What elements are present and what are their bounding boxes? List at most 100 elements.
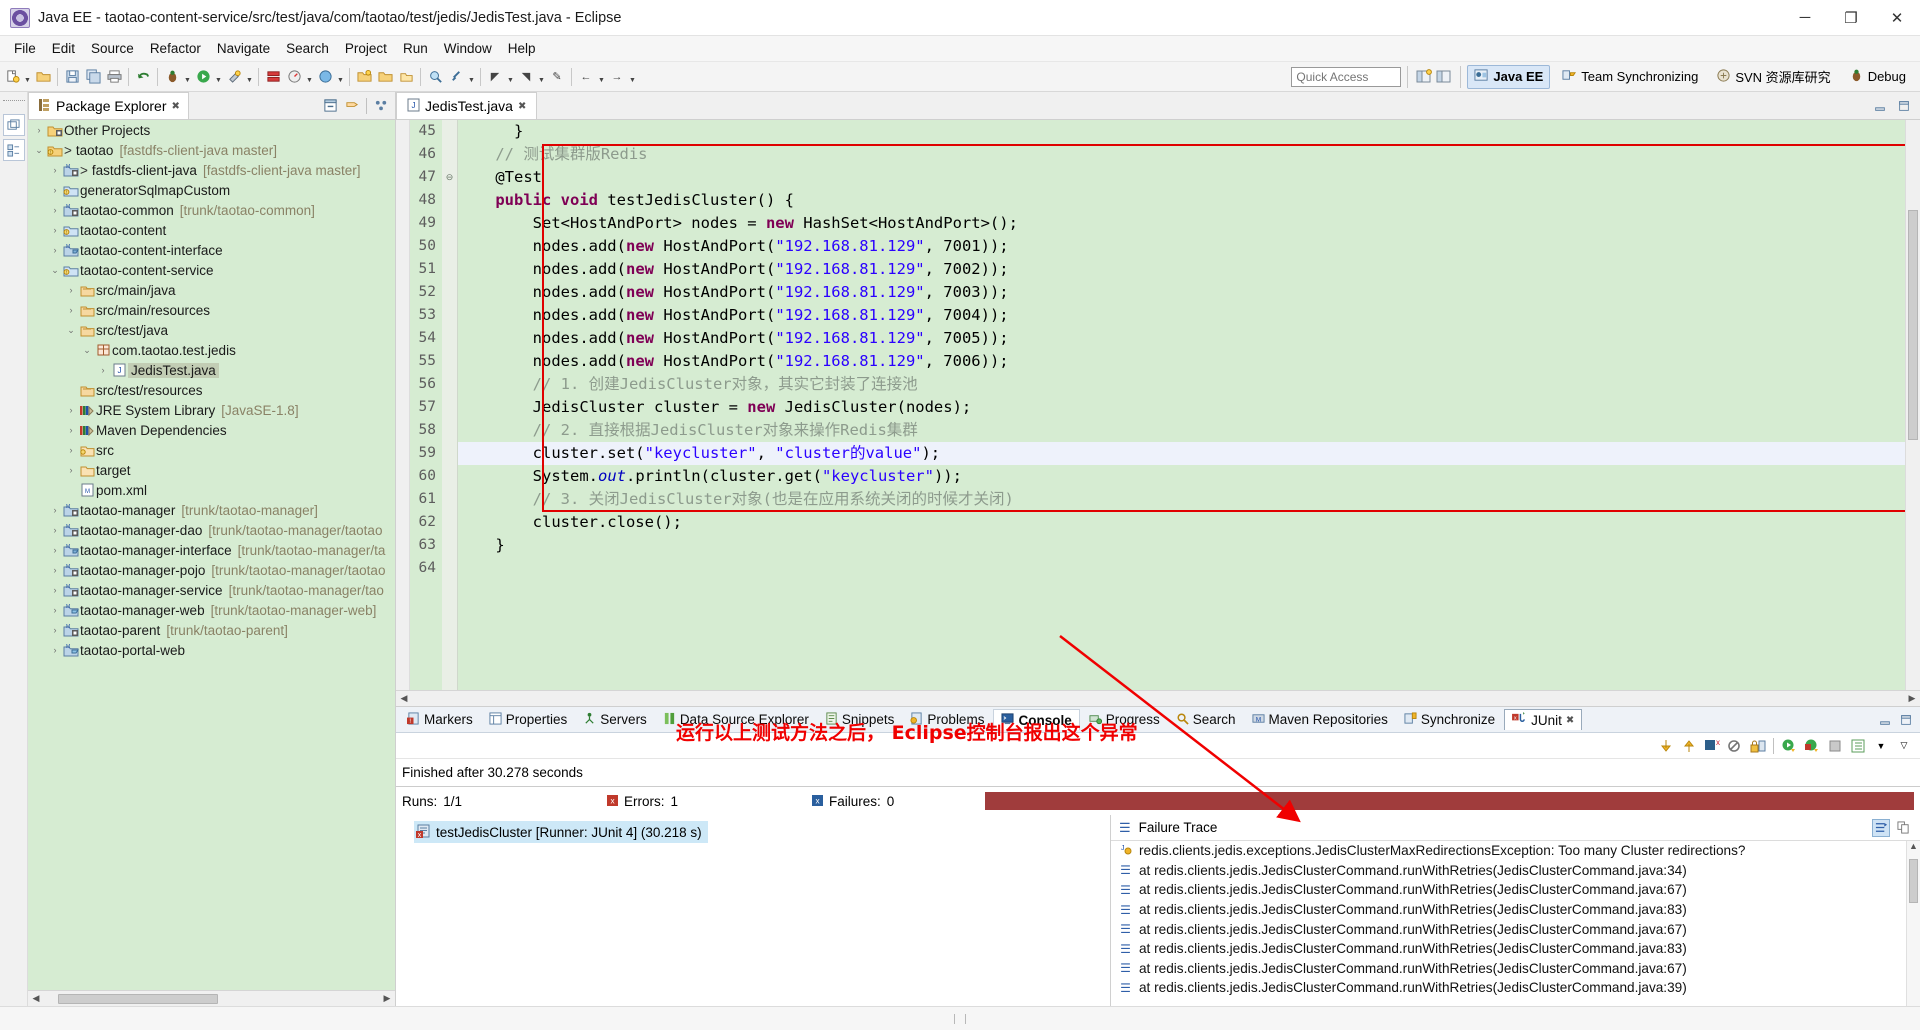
prev-dropdown-icon[interactable]: ▼	[506, 66, 515, 88]
minimize-button[interactable]: ─	[1782, 0, 1828, 36]
perspective-team-sync[interactable]: Team Synchronizing	[1556, 66, 1704, 88]
package-explorer-fastview-icon[interactable]	[2, 139, 25, 161]
link-icon[interactable]	[446, 66, 466, 88]
tree-item[interactable]: Mpom.xml	[28, 480, 395, 500]
chevron-right-icon[interactable]: ›	[64, 465, 78, 475]
tree-item[interactable]: ⌄ com.taotao.test.jedis	[28, 340, 395, 360]
tree-item[interactable]: › Mtaotao-manager-dao [trunk/taotao-manage…	[28, 520, 395, 540]
menu-edit[interactable]: Edit	[44, 39, 83, 58]
fold-collapse-icon[interactable]: ⊖	[442, 166, 457, 189]
link-with-editor-icon[interactable]	[344, 98, 360, 114]
menu-source[interactable]: Source	[83, 39, 142, 58]
tab-package-explorer[interactable]: Package Explorer ✖	[28, 92, 189, 119]
prev-annotation-icon[interactable]: ◤	[485, 66, 505, 88]
tree-item[interactable]: › J JedisTest.java	[28, 360, 395, 380]
failure-trace-row[interactable]: ☰ at redis.clients.jedis.JedisClusterComm…	[1111, 900, 1906, 920]
debug-icon[interactable]	[162, 66, 182, 88]
menu-project[interactable]: Project	[337, 39, 395, 58]
chevron-right-icon[interactable]: ›	[48, 625, 62, 635]
chevron-right-icon[interactable]: ›	[48, 225, 62, 235]
chevron-right-icon[interactable]: ›	[64, 405, 78, 415]
save-icon[interactable]	[62, 66, 82, 88]
chevron-right-icon[interactable]: ›	[48, 185, 62, 195]
print-icon[interactable]	[104, 66, 124, 88]
failure-trace-row[interactable]: ☰ at redis.clients.jedis.JedisClusterComm…	[1111, 919, 1906, 939]
maximize-icon[interactable]	[1896, 98, 1912, 114]
perspective-debug[interactable]: Debug	[1843, 66, 1912, 88]
chevron-right-icon[interactable]: ›	[64, 285, 78, 295]
view-menu-icon[interactable]	[373, 98, 389, 114]
back-icon[interactable]: ←	[576, 66, 596, 88]
menu-run[interactable]: Run	[395, 39, 436, 58]
menu-help[interactable]: Help	[500, 39, 544, 58]
tree-item[interactable]: ›! taotao-content	[28, 220, 395, 240]
tree-scroll-thumb[interactable]	[58, 993, 218, 1004]
menu-navigate[interactable]: Navigate	[209, 39, 278, 58]
tree-item[interactable]: › Mtaotao-parent [trunk/taotao-parent]	[28, 620, 395, 640]
bottom-tab-properties[interactable]: Properties	[482, 710, 575, 730]
editor-marker-gutter[interactable]	[396, 120, 410, 690]
tree-item[interactable]: src/test/resources	[28, 380, 395, 400]
failure-trace-row[interactable]: ☰ at redis.clients.jedis.JedisClusterComm…	[1111, 880, 1906, 900]
last-edit-icon[interactable]: ✎	[547, 66, 567, 88]
source-line[interactable]: }	[458, 534, 1905, 557]
back-dropdown-icon[interactable]: ▼	[597, 66, 606, 88]
close-icon[interactable]: ✖	[518, 101, 526, 112]
source-line[interactable]: nodes.add(new HostAndPort("192.168.81.12…	[458, 258, 1905, 281]
perspective-list-icon[interactable]	[1434, 66, 1454, 88]
lock-icon[interactable]	[1750, 738, 1766, 754]
debug-dropdown-icon[interactable]: ▼	[183, 66, 192, 88]
bottom-tab-progress[interactable]: Progress	[1082, 710, 1167, 730]
junit-test-item[interactable]: x testJedisCluster [Runner: JUnit 4] (30…	[414, 821, 708, 843]
new-java-package-icon[interactable]	[354, 66, 374, 88]
view-menu-icon[interactable]: ▽	[1896, 738, 1912, 754]
source-line[interactable]: Set<HostAndPort> nodes = new HashSet<Hos…	[458, 212, 1905, 235]
chevron-right-icon[interactable]: ›	[48, 165, 62, 175]
editor-vertical-scrollbar[interactable]	[1905, 120, 1920, 690]
forward-dropdown-icon[interactable]: ▼	[628, 66, 637, 88]
chevron-right-icon[interactable]: ›	[64, 305, 78, 315]
tree-item[interactable]: ⌄ src/test/java	[28, 320, 395, 340]
new-java-project-icon[interactable]	[396, 66, 416, 88]
source-line[interactable]: @Test	[458, 166, 1905, 189]
perspective-java-ee-perspective[interactable]: Java EE	[1467, 64, 1551, 89]
quick-access-input[interactable]	[1291, 66, 1402, 87]
failure-trace-row[interactable]: ☰ at redis.clients.jedis.JedisClusterComm…	[1111, 959, 1906, 979]
menu-file[interactable]: File	[6, 39, 44, 58]
maximize-icon[interactable]	[1898, 712, 1914, 728]
menu-window[interactable]: Window	[436, 39, 500, 58]
chevron-down-icon[interactable]: ⌄	[32, 145, 46, 156]
bottom-tab-synchronize[interactable]: Synchronize	[1397, 710, 1502, 730]
new-dropdown-icon[interactable]: ▼	[23, 66, 32, 88]
coverage-icon[interactable]	[315, 66, 335, 88]
close-icon[interactable]: ✖	[1566, 715, 1574, 726]
close-icon[interactable]: ✖	[172, 101, 180, 112]
failure-trace-scrollbar[interactable]: ▲	[1906, 841, 1920, 1006]
chevron-right-icon[interactable]: ›	[48, 525, 62, 535]
search-toolbar-icon[interactable]	[425, 66, 445, 88]
tree-item[interactable]: › Other Projects	[28, 120, 395, 140]
tree-item[interactable]: › JRE System Library [JavaSE-1.8]	[28, 400, 395, 420]
scroll-right-icon[interactable]: ▶	[1904, 693, 1920, 704]
open-perspective-icon[interactable]	[1414, 66, 1434, 88]
minimize-icon[interactable]	[1877, 712, 1893, 728]
chevron-right-icon[interactable]: ›	[48, 565, 62, 575]
forward-icon[interactable]: →	[607, 66, 627, 88]
source-line[interactable]: JedisCluster cluster = new JedisCluster(…	[458, 396, 1905, 419]
tree-item[interactable]: › Mtaotao-manager-web [trunk/taotao-manage…	[28, 600, 395, 620]
scroll-right-icon[interactable]: ▶	[379, 993, 395, 1004]
source-line[interactable]: // 3. 关闭JedisCluster对象(也是在应用系统关闭的时候才关闭)	[458, 488, 1905, 511]
chevron-right-icon[interactable]: ›	[48, 505, 62, 515]
tree-item[interactable]: › src/main/java	[28, 280, 395, 300]
copy-trace-icon[interactable]	[1894, 819, 1912, 837]
tree-item[interactable]: ⌄! taotao-content-service	[28, 260, 395, 280]
bottom-tab-data-source-explorer[interactable]: Data Source Explorer	[656, 710, 816, 730]
source-line[interactable]	[458, 557, 1905, 580]
filter-stack-trace-icon[interactable]	[1872, 818, 1890, 837]
chevron-down-icon[interactable]: ⌄	[80, 345, 94, 356]
undo-icon[interactable]	[133, 66, 153, 88]
failure-trace-row[interactable]: ☰ at redis.clients.jedis.JedisClusterComm…	[1111, 978, 1906, 998]
next-dropdown-icon[interactable]: ▼	[537, 66, 546, 88]
code-editor[interactable]: 45 46 47 48 49 50 51 52 53 54 55 56 57 58 59 60 61 62 63 64…	[396, 120, 1920, 690]
tree-item[interactable]: › Mtaotao-content-interface	[28, 240, 395, 260]
